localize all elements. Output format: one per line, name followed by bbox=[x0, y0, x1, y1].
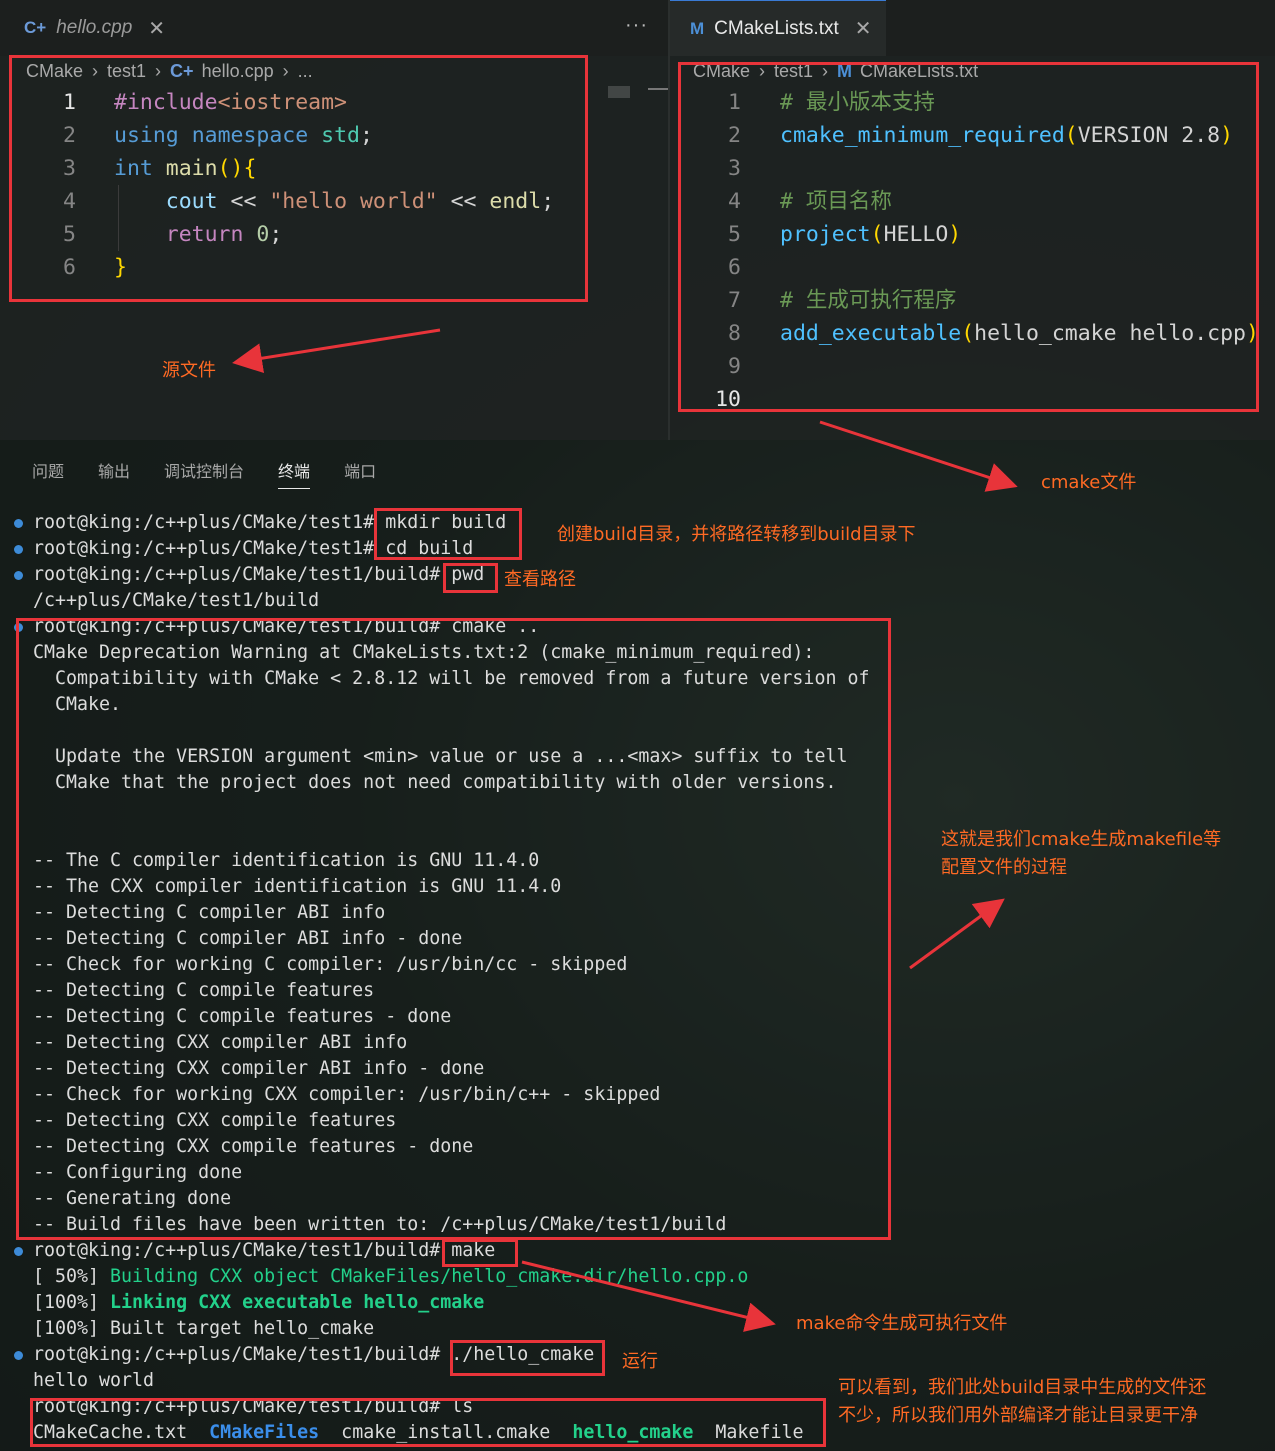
terminal-line: hello world bbox=[0, 1368, 869, 1394]
left-tab-bar: C+ hello.cpp ✕ ··· bbox=[0, 0, 668, 56]
tab-cmakelists[interactable]: M CMakeLists.txt ✕ bbox=[670, 0, 886, 56]
annotation-box-cmake-output bbox=[16, 618, 891, 1240]
annotation-box-source bbox=[9, 55, 588, 302]
command-decoration-icon[interactable] bbox=[14, 519, 23, 528]
annotation-box-cmakelists bbox=[678, 62, 1259, 412]
tab-debug-console[interactable]: 调试控制台 bbox=[164, 458, 244, 489]
terminal-line: /c++plus/CMake/test1/build bbox=[0, 588, 869, 614]
more-actions-icon[interactable]: ··· bbox=[625, 14, 648, 37]
close-icon[interactable]: ✕ bbox=[855, 16, 872, 41]
annotation-cmake-process: 这就是我们cmake生成makefile等 配置文件的过程 bbox=[941, 829, 1222, 878]
command-decoration-icon[interactable] bbox=[14, 1247, 23, 1256]
tab-output[interactable]: 输出 bbox=[98, 458, 130, 489]
terminal-text: [100%] bbox=[33, 1292, 111, 1313]
annotation-mkdir-cd: 创建build目录，并将路径转移到build目录下 bbox=[557, 524, 916, 545]
terminal-text: /c++plus/CMake/test1/build bbox=[33, 590, 320, 611]
terminal-text: [ 50%] bbox=[33, 1266, 111, 1287]
terminal-line: root@king:/c++plus/CMake/test1/build# ./… bbox=[0, 1342, 869, 1368]
command-decoration-icon[interactable] bbox=[14, 545, 23, 554]
scrollbar-marker bbox=[648, 88, 668, 90]
command-decoration-icon[interactable] bbox=[14, 571, 23, 580]
annotation-box-pwd bbox=[443, 563, 498, 593]
panel-tab-bar: 问题 输出 调试控制台 终端 端口 bbox=[32, 458, 410, 489]
terminal-line: root@king:/c++plus/CMake/test1/build# ma… bbox=[0, 1238, 869, 1264]
command-decoration-icon[interactable] bbox=[14, 1351, 23, 1360]
tab-label: hello.cpp bbox=[56, 17, 133, 38]
terminal-line: [ 50%] Building CXX object CMakeFiles/he… bbox=[0, 1264, 869, 1290]
terminal-text: Building CXX object CMakeFiles/hello_cma… bbox=[110, 1266, 749, 1287]
right-tab-bar: M CMakeLists.txt ✕ bbox=[670, 0, 1275, 56]
terminal-line: [100%] Built target hello_cmake bbox=[0, 1316, 869, 1342]
annotation-source-file: 源文件 bbox=[162, 360, 216, 381]
annotation-box-run bbox=[450, 1340, 605, 1376]
tab-problems[interactable]: 问题 bbox=[32, 458, 64, 489]
annotation-make: make命令生成可执行文件 bbox=[796, 1313, 1008, 1334]
tab-hello-cpp[interactable]: C+ hello.cpp ✕ bbox=[0, 0, 182, 56]
tab-ports[interactable]: 端口 bbox=[344, 458, 376, 489]
terminal-line: [100%] Linking CXX executable hello_cmak… bbox=[0, 1290, 869, 1316]
tab-label: CMakeLists.txt bbox=[714, 17, 839, 39]
minimap[interactable] bbox=[608, 86, 630, 98]
annotation-box-mkdir-cd bbox=[374, 508, 522, 560]
terminal-text: [100%] Built target hello_cmake bbox=[33, 1318, 375, 1339]
cpp-file-icon: C+ bbox=[24, 18, 47, 37]
tab-terminal[interactable]: 终端 bbox=[278, 458, 311, 489]
annotation-box-make bbox=[442, 1239, 518, 1267]
cmake-file-icon: M bbox=[690, 18, 705, 38]
annotation-box-ls bbox=[30, 1398, 826, 1447]
terminal-line: root@king:/c++plus/CMake/test1/build# pw… bbox=[0, 562, 869, 588]
annotation-ls: 可以看到，我们此处build目录中生成的文件还 不少，所以我们用外部编译才能让目… bbox=[838, 1377, 1207, 1426]
terminal-text: root@king:/c++plus/CMake/test1/build# pw… bbox=[33, 564, 485, 585]
terminal-text: root@king:/c++plus/CMake/test1/build# ma… bbox=[33, 1240, 496, 1261]
annotation-pwd: 查看路径 bbox=[504, 569, 576, 590]
terminal-text: hello world bbox=[33, 1370, 155, 1391]
close-icon[interactable]: ✕ bbox=[148, 16, 165, 41]
terminal-text: Linking CXX executable hello_cmake bbox=[110, 1292, 485, 1313]
annotation-run: 运行 bbox=[622, 1351, 658, 1372]
annotation-cmake-file: cmake文件 bbox=[1041, 472, 1137, 493]
